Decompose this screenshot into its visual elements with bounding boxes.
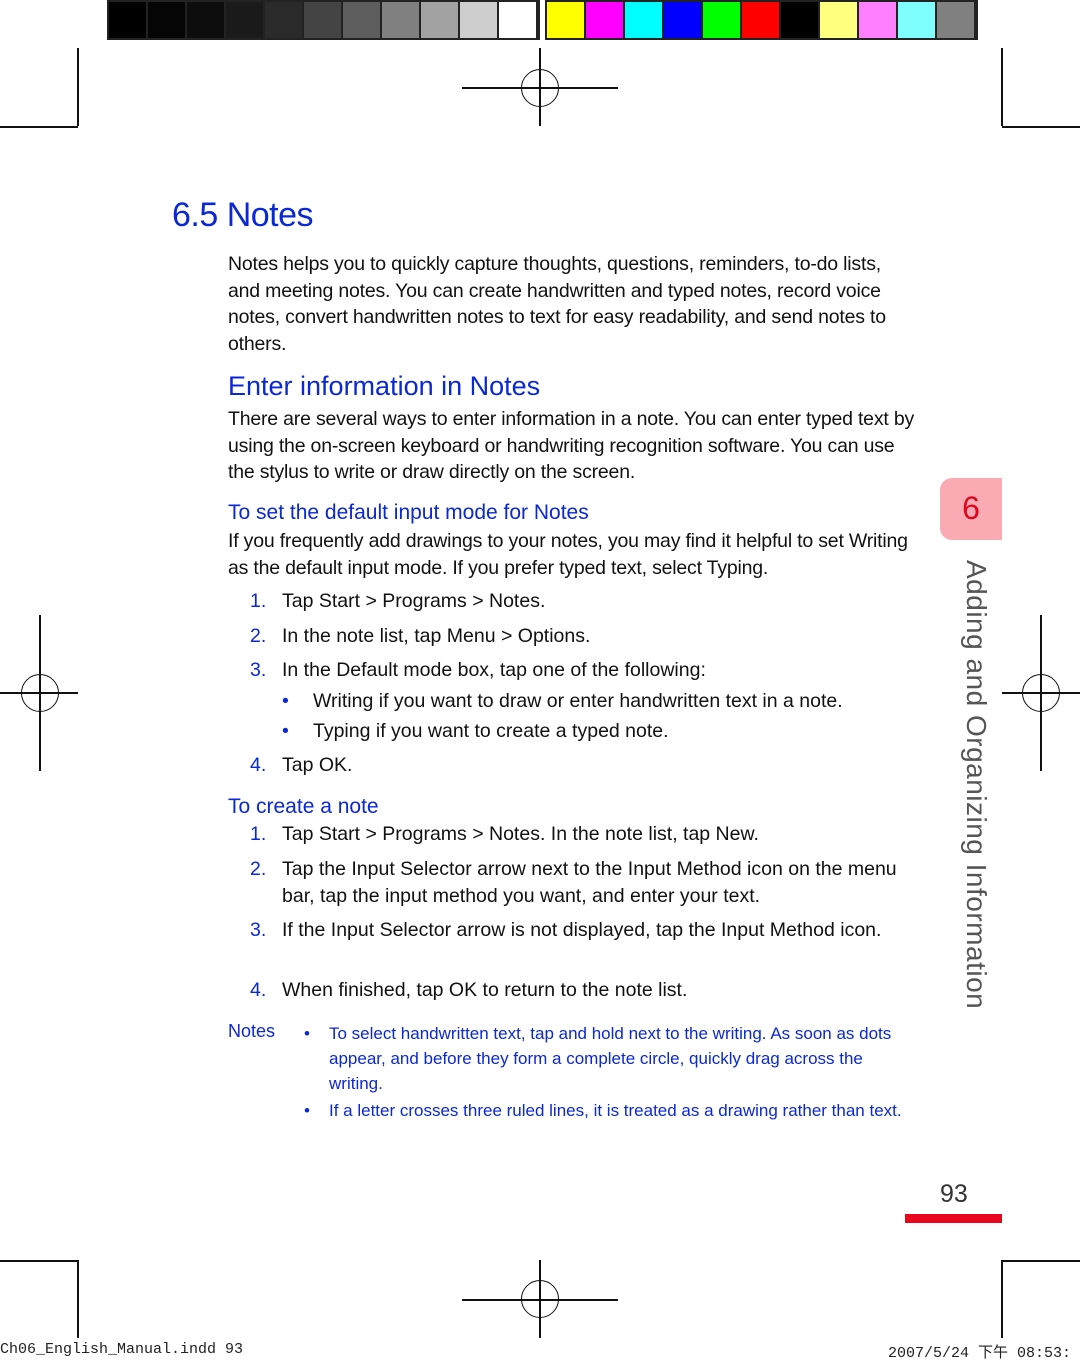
step-text: If the Input Selector arrow is not displ… — [282, 919, 882, 941]
crop-mark — [1001, 1260, 1003, 1338]
color-swatch — [781, 2, 818, 38]
step-number: 2. — [250, 858, 267, 880]
note-text: If a letter crosses three ruled lines, i… — [329, 1101, 902, 1120]
section-paragraph: There are several ways to enter informat… — [228, 408, 915, 483]
color-swatch — [187, 2, 224, 38]
color-swatch — [859, 2, 896, 38]
step-number: 1. — [250, 823, 267, 845]
notes-label: Notes — [228, 1021, 276, 1041]
intro-paragraph: Notes helps you to quickly capture thoug… — [228, 253, 886, 355]
bullet-text: Writing if you want to draw or enter han… — [313, 690, 843, 712]
color-swatch — [304, 2, 341, 38]
crop-mark — [1001, 48, 1003, 126]
color-swatch — [625, 2, 662, 38]
color-swatch — [343, 2, 380, 38]
page-number: 93 — [940, 1180, 968, 1208]
process-color-bar — [545, 0, 978, 40]
crop-mark — [77, 48, 79, 126]
subsection-heading-create-note: To create a note — [228, 795, 379, 818]
subsection-heading-default-mode: To set the default input mode for Notes — [228, 501, 589, 524]
section-heading: Enter information in Notes — [228, 371, 541, 401]
color-swatch — [547, 2, 584, 38]
registration-circle — [521, 1280, 559, 1318]
step-text: Tap Start > Programs > Notes. — [282, 590, 546, 612]
bullet-icon: • — [304, 1024, 310, 1043]
color-swatch — [226, 2, 263, 38]
slug-timestamp: 2007/5/24 下午 08:53: — [888, 1345, 1072, 1362]
page-number-bar — [905, 1214, 1002, 1223]
step-number: 1. — [250, 590, 267, 612]
registration-circle — [21, 674, 59, 712]
chapter-tab: 6 — [940, 478, 1002, 540]
color-swatch — [742, 2, 779, 38]
crop-mark — [0, 1260, 78, 1262]
color-swatch — [586, 2, 623, 38]
page-title: 6.5 Notes — [172, 196, 314, 234]
step-text: When finished, tap OK to return to the n… — [282, 979, 688, 1001]
crop-mark — [1002, 126, 1080, 128]
color-swatch — [148, 2, 185, 38]
color-swatch — [382, 2, 419, 38]
color-swatch — [460, 2, 497, 38]
chapter-title-vertical: Adding and Organizing Information — [961, 560, 992, 1010]
note-text: To select handwritten text, tap and hold… — [329, 1024, 892, 1093]
step-text: In the note list, tap Menu > Options. — [282, 625, 591, 647]
color-swatch — [703, 2, 740, 38]
step-text: In the Default mode box, tap one of the … — [282, 659, 706, 681]
color-swatch — [937, 2, 974, 38]
color-swatch — [421, 2, 458, 38]
bullet-icon: • — [282, 720, 289, 742]
crop-mark — [77, 1260, 79, 1338]
step-number: 4. — [250, 754, 267, 776]
slug-filename: Ch06_English_Manual.indd 93 — [0, 1341, 244, 1358]
color-swatch — [265, 2, 302, 38]
color-swatch — [820, 2, 857, 38]
crop-mark — [1002, 1260, 1080, 1262]
color-swatch — [664, 2, 701, 38]
step-number: 3. — [250, 659, 267, 681]
color-swatch — [898, 2, 935, 38]
step-text: Tap the Input Selector arrow next to the… — [282, 858, 897, 907]
default-mode-paragraph: If you frequently add drawings to your n… — [228, 530, 908, 579]
bullet-text: Typing if you want to create a typed not… — [313, 720, 669, 742]
color-swatch — [499, 2, 536, 38]
color-swatch — [109, 2, 146, 38]
bullet-icon: • — [282, 690, 289, 712]
step-text: Tap OK. — [282, 754, 353, 776]
registration-circle — [521, 69, 559, 107]
grayscale-color-bar — [107, 0, 540, 40]
chapter-number: 6 — [962, 490, 980, 526]
crop-mark — [0, 126, 78, 128]
step-number: 3. — [250, 919, 267, 941]
step-number: 2. — [250, 625, 267, 647]
step-number: 4. — [250, 979, 267, 1001]
step-text: Tap Start > Programs > Notes. In the not… — [282, 823, 759, 845]
registration-circle — [1022, 674, 1060, 712]
bullet-icon: • — [304, 1101, 310, 1120]
